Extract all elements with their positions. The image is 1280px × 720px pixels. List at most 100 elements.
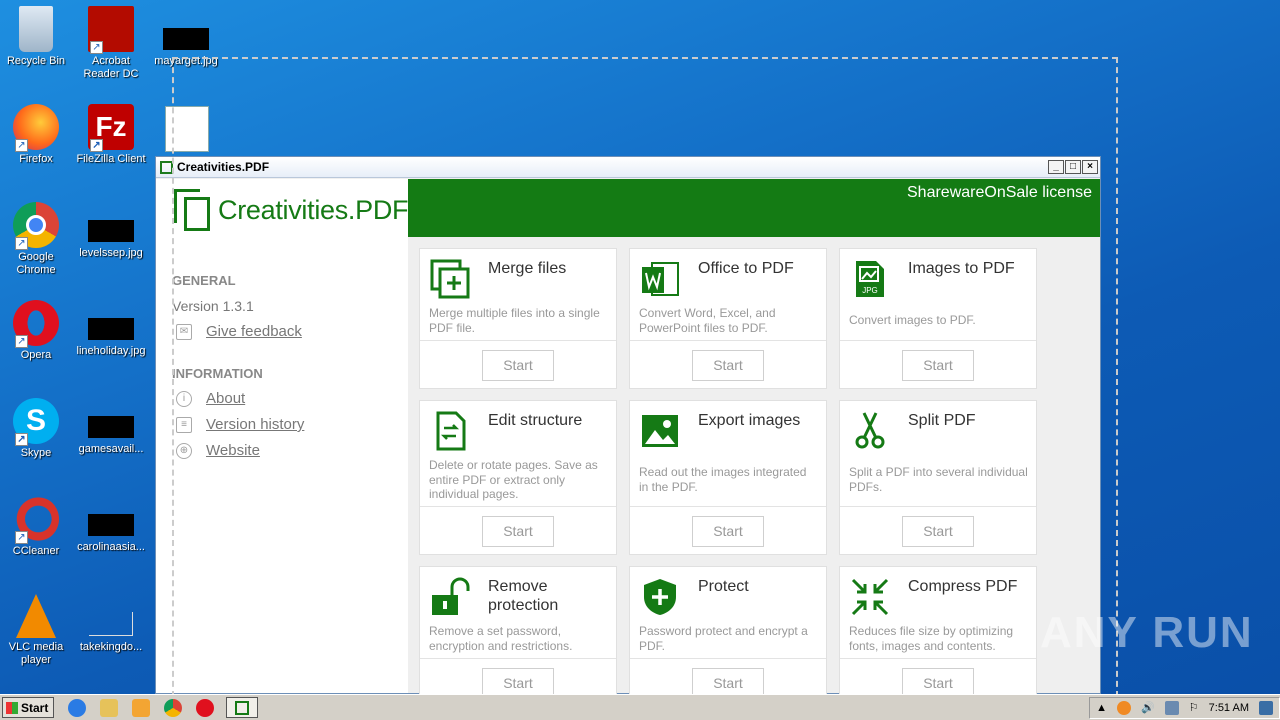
desktop-icon-label: lineholiday.jpg [76, 345, 146, 357]
shortcut-arrow-icon: ↗ [15, 531, 28, 544]
card-description: Read out the images integrated in the PD… [639, 465, 807, 494]
give-feedback-link[interactable]: ✉ Give feedback [176, 323, 302, 340]
opera-taskbar-icon[interactable] [196, 698, 214, 717]
card-split-pdf[interactable]: Split PDF Split a PDF into several indiv… [839, 400, 1037, 555]
card-merge-files[interactable]: Merge files Merge multiple files into a … [419, 248, 617, 389]
app-icon [160, 160, 173, 174]
desktop-icon-label: VLC media player [8, 641, 64, 666]
version-history-link[interactable]: ≡ Version history [176, 416, 304, 433]
desktop-icon-label: Recycle Bin [6, 55, 66, 67]
card-images-to-pdf[interactable]: JPG Images to PDF Convert images to PDF.… [839, 248, 1037, 389]
close-button[interactable]: × [1082, 160, 1098, 174]
card-protect[interactable]: Protect Password protect and encrypt a P… [629, 566, 827, 706]
feedback-label: Give feedback [206, 323, 302, 340]
network-icon[interactable] [1164, 700, 1179, 715]
desktop-icon-recycle-bin[interactable]: Recycle Bin [0, 6, 74, 68]
redacted-thumbnail [163, 28, 209, 50]
desktop-icon-gamesavail[interactable]: gamesavail... [73, 398, 149, 456]
clock[interactable]: 7:51 AM [1209, 702, 1249, 714]
sidebar: Creativities.PDF GENERAL Version 1.3.1 ✉… [156, 179, 409, 693]
edit-structure-icon [436, 411, 466, 451]
license-label: SharewareOnSale license [907, 184, 1092, 201]
recycle-bin-icon [19, 6, 53, 52]
word-icon [642, 262, 679, 296]
about-link[interactable]: i About [176, 390, 245, 407]
blank-thumbnail [89, 612, 133, 636]
desktop-icon-chrome[interactable]: ↗ Google Chrome [0, 202, 74, 277]
desktop-icon-levelssep[interactable]: levelssep.jpg [73, 202, 149, 260]
creativities-taskbar-button[interactable] [226, 697, 258, 718]
desktop-icon-label: carolinaasia... [77, 541, 145, 553]
card-export-images[interactable]: Export images Read out the images integr… [629, 400, 827, 555]
start-button[interactable]: Start [692, 516, 764, 547]
desktop-icon-skype[interactable]: S ↗ Skype [0, 398, 74, 460]
redacted-thumbnail [88, 318, 134, 340]
card-divider [840, 340, 1036, 341]
about-label: About [206, 390, 246, 407]
desktop-icon-mayarget[interactable]: mayarget.jpg [148, 6, 224, 68]
version-label: Version 1.3.1 [172, 298, 254, 314]
desktop-icon-filezilla[interactable]: Fz ↗ FileZilla Client [73, 104, 149, 166]
redacted-thumbnail [88, 416, 134, 438]
card-divider [840, 506, 1036, 507]
start-button[interactable]: Start [482, 516, 554, 547]
desktop-icon-firefox[interactable]: ↗ Firefox [0, 104, 74, 166]
redacted-thumbnail [88, 220, 134, 242]
redacted-thumbnail [88, 514, 134, 536]
maximize-button[interactable]: □ [1065, 160, 1081, 174]
desktop-icon-vlc[interactable]: VLC media player [0, 594, 74, 667]
card-title: Protect [698, 578, 749, 595]
desktop-icon-lineholiday[interactable]: lineholiday.jpg [73, 300, 149, 358]
website-link[interactable]: ⊕ Website [176, 442, 260, 459]
explorer-folder-icon[interactable] [100, 698, 118, 717]
card-compress-pdf[interactable]: Compress PDF Reduces file size by optimi… [839, 566, 1037, 706]
card-divider [840, 658, 1036, 659]
card-title: Edit structure [488, 412, 583, 429]
card-description: Password protect and encrypt a PDF. [639, 624, 808, 653]
show-desktop-button[interactable] [1259, 700, 1273, 715]
card-description: Reduces file size by optimizing fonts, i… [849, 624, 1014, 653]
desktop-icon-opera[interactable]: ↗ Opera [0, 300, 74, 362]
chrome-taskbar-icon[interactable] [164, 698, 182, 717]
desktop-icon-ccleaner[interactable]: ↗ CCleaner [0, 496, 74, 558]
start-button[interactable]: Start [482, 350, 554, 381]
globe-icon: ⊕ [176, 442, 192, 459]
image-icon [642, 415, 678, 447]
flag-icon[interactable]: ⚐ [1189, 701, 1199, 714]
card-edit-structure[interactable]: Edit structure Delete or rotate pages. S… [419, 400, 617, 555]
general-heading: GENERAL [172, 273, 236, 288]
desktop-icon-takekingdo[interactable]: takekingdo... [73, 594, 149, 654]
minimize-button[interactable]: _ [1048, 160, 1064, 174]
desktop-icon-label: takekingdo... [79, 641, 143, 653]
word-document-icon[interactable] [165, 106, 209, 152]
window-title: Creativities.PDF [177, 160, 270, 174]
tray-app-icon[interactable] [1117, 700, 1132, 715]
card-remove-protection[interactable]: Remove protection Remove a set password,… [419, 566, 617, 706]
start-button[interactable]: Start [902, 516, 974, 547]
acrobat-icon: ↗ [88, 6, 134, 54]
jpg-icon: JPG [856, 261, 884, 297]
start-button[interactable]: Start [902, 350, 974, 381]
desktop-icon-label: gamesavail... [78, 443, 144, 455]
skype-icon: S ↗ [13, 398, 59, 446]
website-label: Website [206, 442, 260, 459]
card-office-to-pdf[interactable]: Office to PDF Convert Word, Excel, and P… [629, 248, 827, 389]
card-title: Export images [698, 412, 801, 429]
volume-icon[interactable]: 🔊 [1141, 701, 1155, 714]
media-player-icon[interactable] [132, 698, 150, 717]
card-description: Merge multiple files into a single PDF f… [429, 306, 600, 335]
version-history-label: Version history [206, 416, 305, 433]
start-button[interactable]: Start [692, 350, 764, 381]
shortcut-arrow-icon: ↗ [15, 433, 28, 446]
desktop-icon-carolinaasia[interactable]: carolinaasia... [73, 496, 149, 554]
svg-text:JPG: JPG [862, 286, 878, 295]
show-hidden-icons-button[interactable]: ▲ [1096, 702, 1107, 714]
system-tray: ▲ 🔊 ⚐ 7:51 AM [1089, 696, 1280, 719]
desktop-icon-label: FileZilla Client [76, 153, 146, 165]
desktop-icon-label: CCleaner [12, 545, 60, 557]
internet-explorer-icon[interactable] [68, 698, 86, 717]
window-titlebar[interactable]: Creativities.PDF _ □ × [156, 157, 1100, 178]
card-title: Merge files [488, 260, 567, 277]
desktop-icon-acrobat[interactable]: ↗ Acrobat Reader DC [73, 6, 149, 81]
start-button[interactable]: Start [2, 697, 54, 718]
